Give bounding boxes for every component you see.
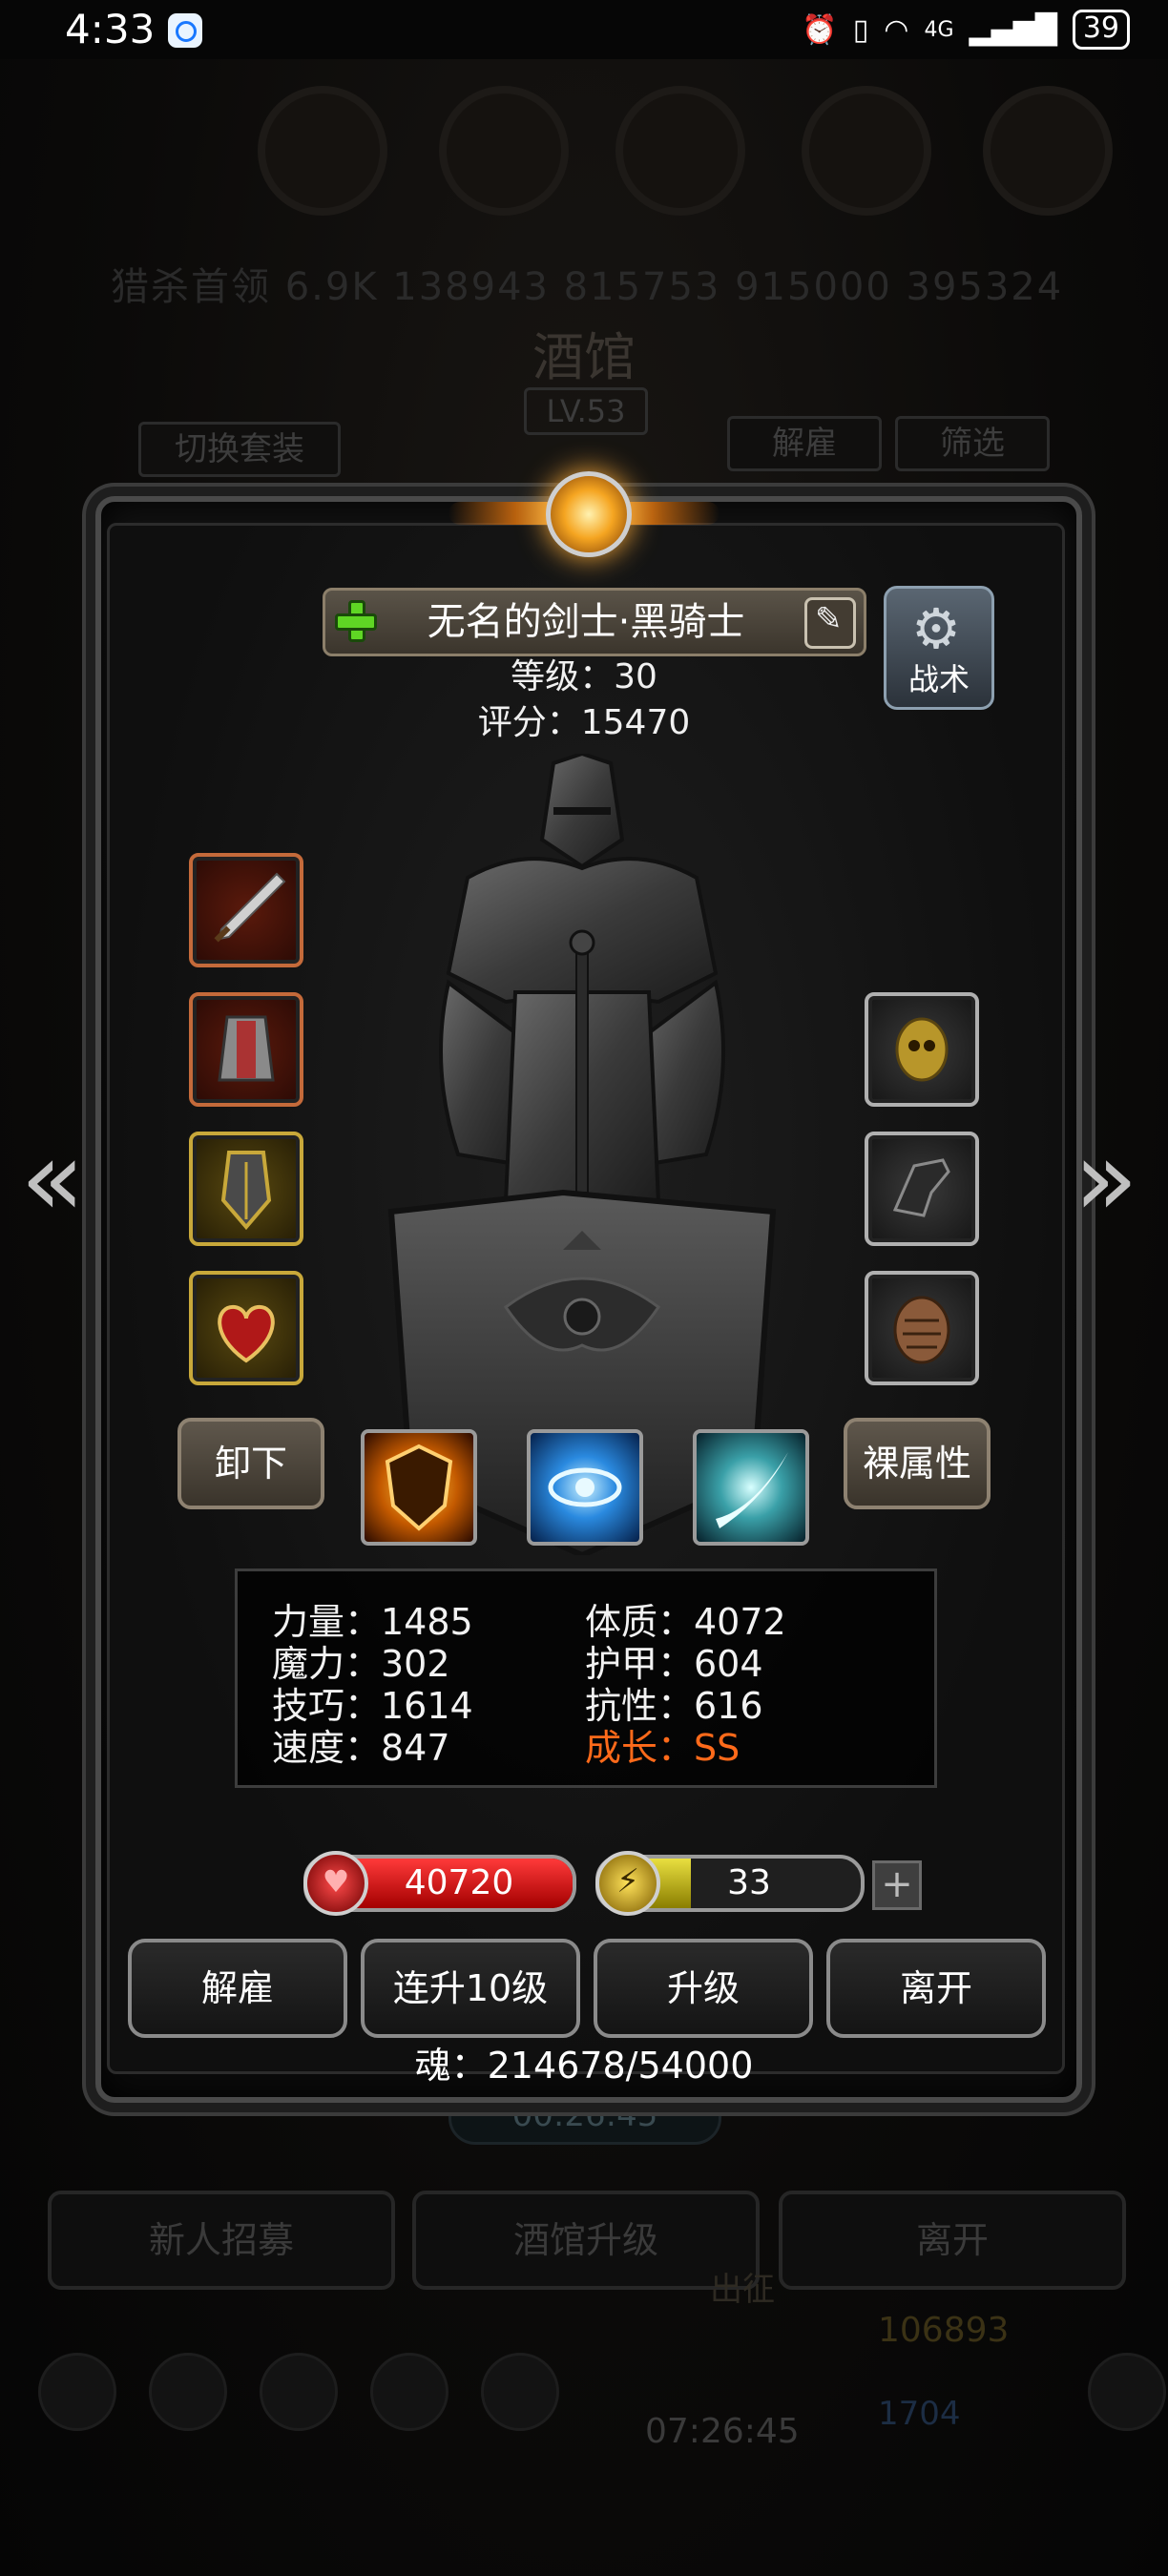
base-attributes-button[interactable]: 裸属性 (844, 1418, 991, 1509)
hero-nameplate: 无名的剑士·黑骑士 (323, 588, 866, 656)
hero-stats-box: 力量：1485 魔力：302 技巧：1614 速度：847 体质：4072 护甲… (235, 1568, 937, 1788)
skill-slash-icon[interactable] (693, 1429, 809, 1546)
signal-icon: ▂▄▆█ (969, 12, 1057, 47)
next-hero-arrow[interactable]: » (1063, 1126, 1149, 1231)
hero-level: 等级：30 (511, 657, 657, 696)
equip-slot-boots[interactable] (865, 1132, 979, 1246)
soul-counter: 魂：214678/54000 (414, 2045, 754, 2087)
bg-stats-line: 猎杀首领 6.9K 138943 815753 915000 395324 (111, 265, 1064, 309)
energy-value: 33 (727, 1863, 771, 1902)
leave-button[interactable]: 离开 (826, 1939, 1046, 2038)
stat-growth: 成长：SS (585, 1727, 740, 1769)
equip-slot-armor[interactable] (189, 992, 303, 1107)
gauntlet-icon (220, 1151, 272, 1231)
dismiss-hero-button[interactable]: 解雇 (128, 1939, 347, 2038)
bg-gem-amount: 1704 (878, 2395, 961, 2433)
bg-dismiss-button: 解雇 (727, 416, 882, 471)
bg-hero-portrait (615, 86, 745, 216)
heart-amulet-icon (218, 1304, 275, 1363)
wifi-icon: ◠ (884, 12, 909, 47)
add-plus-icon[interactable] (331, 596, 381, 646)
bg-expedition-label: 出征 (710, 2271, 775, 2309)
skill-eye-icon[interactable] (527, 1429, 643, 1546)
bg-leave-button: 离开 (779, 2191, 1126, 2290)
bg-hero-portrait (258, 86, 387, 216)
tactics-button[interactable]: ⚙ 战术 (884, 586, 994, 710)
rename-edit-icon[interactable] (804, 597, 856, 649)
equip-slot-weapon[interactable] (189, 853, 303, 967)
status-bar: 4:33 ⏰ ▯ ◠ 4G ▂▄▆█ 39 (0, 0, 1168, 59)
bg-timer-2: 07:26:45 (645, 2412, 800, 2451)
equip-slot-helm[interactable] (865, 992, 979, 1107)
panel-crest-ornament (448, 466, 720, 580)
bg-level-badge: LV.53 (524, 387, 648, 435)
bg-recruit-button: 新人招募 (48, 2191, 395, 2290)
bg-upgrade-tavern-button: 酒馆升级 (412, 2191, 760, 2290)
add-energy-button[interactable]: + (872, 1860, 922, 1910)
skill-shield-icon[interactable] (361, 1429, 477, 1546)
bg-hero-portrait (983, 86, 1113, 216)
battery-indicator: 39 (1072, 10, 1130, 50)
sword-icon (214, 872, 286, 943)
lightning-bolt-icon: ⚡ (595, 1851, 660, 1916)
network-type: 4G (924, 17, 954, 42)
equip-slot-accessory[interactable] (189, 1271, 303, 1385)
gear-icon: ⚙ (911, 596, 961, 661)
bg-hero-portrait (439, 86, 569, 216)
bg-filter-button: 筛选 (895, 416, 1050, 471)
golden-skull-icon (895, 1017, 949, 1082)
stat-speed: 速度：847 (272, 1727, 450, 1769)
hero-score: 评分：15470 (477, 703, 691, 742)
status-icons: ⏰ ▯ ◠ 4G ▂▄▆█ 39 (802, 10, 1130, 50)
bg-toolbar-icon (481, 2353, 559, 2431)
level-up-button[interactable]: 升级 (594, 1939, 813, 2038)
bg-switch-set-button: 切换套装 (138, 422, 341, 477)
alarm-icon: ⏰ (802, 12, 838, 47)
vibrate-icon: ▯ (852, 12, 869, 47)
heart-icon: ♥ (303, 1851, 368, 1916)
app-notification-icon (168, 13, 202, 48)
boot-icon (892, 1158, 950, 1217)
chest-armor-icon (218, 1015, 275, 1082)
bg-toolbar-icon (260, 2353, 338, 2431)
bg-toolbar-icon (38, 2353, 116, 2431)
clock: 4:33 (65, 6, 156, 52)
bg-hero-portrait (802, 86, 931, 216)
equip-slot-gloves[interactable] (189, 1132, 303, 1246)
bg-toolbar-icon (1088, 2353, 1166, 2431)
previous-hero-arrow[interactable]: « (10, 1126, 95, 1231)
tactics-label: 战术 (907, 661, 970, 697)
bg-page-title: 酒馆 (532, 327, 636, 387)
shell-relic-icon (893, 1296, 950, 1364)
hp-value: 40720 (404, 1863, 514, 1902)
equip-slot-relic[interactable] (865, 1271, 979, 1385)
bg-toolbar-icon (149, 2353, 227, 2431)
hero-name: 无名的剑士·黑骑士 (427, 600, 745, 644)
unequip-button[interactable]: 卸下 (177, 1418, 324, 1509)
background-hero-row (19, 86, 1149, 248)
level-up-10-button[interactable]: 连升10级 (361, 1939, 580, 2038)
bg-gold-amount: 106893 (878, 2311, 1010, 2350)
bg-toolbar-icon (370, 2353, 448, 2431)
